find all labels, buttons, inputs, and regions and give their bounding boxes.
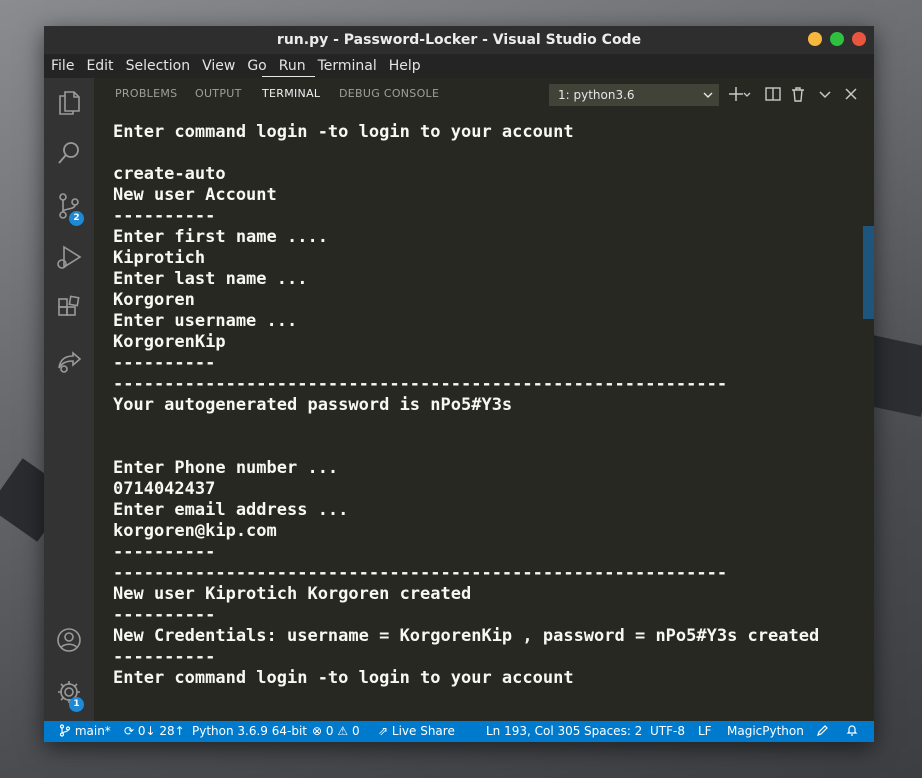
terminal-select-value: 1: python3.6 bbox=[558, 88, 635, 102]
menu-bar: File Edit Selection View Go Run Terminal… bbox=[44, 54, 874, 78]
title-bar: run.py - Password-Locker - Visual Studio… bbox=[44, 26, 874, 54]
close-button[interactable] bbox=[852, 32, 866, 46]
run-debug-icon[interactable] bbox=[53, 241, 85, 273]
warning-icon: ⚠ bbox=[337, 724, 349, 738]
menu-view[interactable]: View bbox=[202, 58, 235, 74]
menu-selection[interactable]: Selection bbox=[126, 58, 191, 74]
terminal-line: Kiprotich bbox=[113, 248, 206, 268]
menu-terminal[interactable]: Terminal bbox=[318, 58, 377, 74]
terminal-line: Enter Phone number ... bbox=[113, 458, 339, 478]
tab-debug-console[interactable]: DEBUG CONSOLE bbox=[339, 87, 439, 100]
tab-terminal[interactable]: TERMINAL bbox=[262, 87, 320, 100]
error-icon: ⊗ bbox=[312, 724, 323, 738]
chevron-down-icon bbox=[703, 84, 713, 113]
terminal-line: create-auto bbox=[113, 164, 226, 184]
terminal-line: ----------------------------------------… bbox=[113, 563, 728, 583]
terminal-line: Enter first name .... bbox=[113, 227, 328, 247]
menu-go[interactable]: Go bbox=[247, 58, 266, 74]
encoding[interactable]: UTF-8 bbox=[650, 724, 685, 738]
live-share-icon[interactable] bbox=[53, 345, 85, 377]
terminal-line: ----------------------------------------… bbox=[113, 374, 728, 394]
terminal-line: Enter username ... bbox=[113, 311, 298, 331]
terminal-line: Enter command login -to login to your ac… bbox=[113, 122, 574, 142]
account-icon[interactable] bbox=[53, 624, 85, 656]
trash-icon[interactable] bbox=[789, 85, 807, 103]
terminal-line: Enter command login -to login to your ac… bbox=[113, 668, 574, 688]
close-panel-icon[interactable] bbox=[842, 85, 860, 103]
menu-help[interactable]: Help bbox=[389, 58, 421, 74]
terminal-output[interactable]: Enter command login -to login to your ac… bbox=[94, 122, 858, 717]
feedback-icon[interactable] bbox=[816, 724, 829, 740]
branch-name: main* bbox=[74, 724, 111, 738]
status-bar: main* ⟳ 0↓ 28↑ Python 3.6.9 64-bit ⊗ 0 ⚠… bbox=[44, 721, 874, 742]
activity-bar: 2 1 bbox=[44, 78, 94, 721]
menu-run[interactable]: Run bbox=[279, 58, 306, 74]
search-icon[interactable] bbox=[53, 137, 85, 169]
menu-file[interactable]: File bbox=[51, 58, 74, 74]
terminal-line: ---------- bbox=[113, 647, 216, 667]
terminal-line: Your autogenerated password is nPo5#Y3s bbox=[113, 395, 513, 415]
explorer-icon[interactable] bbox=[53, 86, 85, 118]
cursor-position[interactable]: Ln 193, Col 305 bbox=[486, 724, 580, 738]
tab-output[interactable]: OUTPUT bbox=[195, 87, 242, 100]
live-share-label: Live Share bbox=[391, 724, 455, 738]
sync-indicator[interactable]: ⟳ 0↓ 28↑ bbox=[124, 724, 185, 738]
live-share-icon: ⇗ bbox=[378, 724, 389, 738]
chevron-down-icon[interactable] bbox=[816, 85, 834, 103]
split-terminal-icon[interactable] bbox=[764, 85, 782, 103]
extensions-icon[interactable] bbox=[53, 292, 85, 324]
chevron-down-icon[interactable] bbox=[742, 85, 752, 103]
warning-count: 0 bbox=[351, 724, 360, 738]
settings-badge: 1 bbox=[69, 697, 84, 712]
panel-header: PROBLEMS OUTPUT TERMINAL DEBUG CONSOLE 1… bbox=[94, 78, 874, 112]
live-share-status[interactable]: ⇗ Live Share bbox=[378, 724, 455, 738]
git-branch-icon bbox=[59, 724, 71, 737]
terminal-line: ---------- bbox=[113, 206, 216, 226]
terminal-line: New Credentials: username = KorgorenKip … bbox=[113, 626, 820, 646]
terminal-line: ---------- bbox=[113, 353, 216, 373]
terminal-line: New user Kiprotich Korgoren created bbox=[113, 584, 472, 604]
notifications-icon[interactable] bbox=[846, 724, 858, 740]
terminal-line: ---------- bbox=[113, 605, 216, 625]
terminal-line: Enter email address ... bbox=[113, 500, 349, 520]
indentation[interactable]: Spaces: 2 bbox=[584, 724, 642, 738]
terminal-scrollbar[interactable] bbox=[863, 226, 874, 319]
terminal-line: Korgoren bbox=[113, 290, 195, 310]
terminal-line: KorgorenKip bbox=[113, 332, 226, 352]
branch-indicator[interactable]: main* bbox=[59, 724, 111, 738]
terminal-line: korgoren@kip.com bbox=[113, 521, 277, 541]
error-count: 0 bbox=[325, 724, 334, 738]
terminal-line: ---------- bbox=[113, 542, 216, 562]
sync-icon: ⟳ bbox=[124, 724, 135, 738]
end-of-line[interactable]: LF bbox=[698, 724, 712, 738]
terminal-line: 0714042437 bbox=[113, 479, 216, 499]
language-mode[interactable]: MagicPython bbox=[727, 724, 804, 738]
problems-indicator[interactable]: ⊗ 0 ⚠ 0 bbox=[312, 724, 360, 738]
active-tab-indicator bbox=[262, 76, 315, 77]
scm-badge: 2 bbox=[69, 211, 84, 226]
window-title: run.py - Password-Locker - Visual Studio… bbox=[276, 32, 642, 48]
tab-problems[interactable]: PROBLEMS bbox=[115, 87, 177, 100]
python-interpreter[interactable]: Python 3.6.9 64-bit bbox=[192, 724, 307, 738]
terminal-line: New user Account bbox=[113, 185, 277, 205]
menu-edit[interactable]: Edit bbox=[86, 58, 113, 74]
terminal-line: Enter last name ... bbox=[113, 269, 308, 289]
minimize-button[interactable] bbox=[808, 32, 822, 46]
maximize-button[interactable] bbox=[830, 32, 844, 46]
sync-status: 0↓ 28↑ bbox=[137, 724, 185, 738]
terminal-select[interactable]: 1: python3.6 bbox=[549, 84, 719, 106]
vscode-window: run.py - Password-Locker - Visual Studio… bbox=[44, 26, 874, 742]
